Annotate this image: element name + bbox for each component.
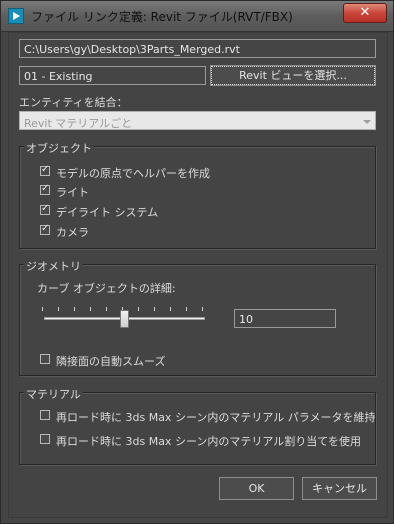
file-link-settings-dialog: ファイル リンク定義: Revit ファイル(RVT/FBX) ✕ C:\Use… [0, 0, 394, 524]
file-path-field[interactable]: C:\Users\gy\Desktop\3Parts_Merged.rvt [19, 39, 376, 58]
create-helper-checkbox[interactable] [40, 164, 50, 176]
curve-detail-label: カーブ オブジェクトの詳細: [37, 282, 176, 295]
curve-detail-slider-thumb[interactable] [120, 310, 129, 328]
combine-entities-dropdown[interactable]: Revit マテリアルごと [19, 111, 376, 130]
keep-material-parameters-label: 再ロード時に 3ds Max シーン内のマテリアル パラメータを維持 [56, 411, 376, 424]
objects-group: オブジェクト モデルの原点でヘルパーを作成 ライト デイライト システム カメラ [19, 140, 376, 249]
material-group: マテリアル 再ロード時に 3ds Max シーン内のマテリアル パラメータを維持… [19, 386, 376, 465]
daylight-system-checkbox[interactable] [40, 203, 50, 215]
window-title: ファイル リンク定義: Revit ファイル(RVT/FBX) [31, 10, 293, 24]
geometry-group-title: ジオメトリ [24, 258, 83, 274]
auto-smooth-label: 隣接面の自動スムーズ [56, 355, 166, 368]
auto-smooth-checkbox[interactable] [40, 354, 50, 364]
chevron-down-icon [363, 120, 371, 124]
combine-entities-label: エンティティを結合： [19, 96, 128, 109]
cameras-checkbox[interactable] [40, 223, 50, 235]
dialog-body: C:\Users\gy\Desktop\3Parts_Merged.rvt 01… [8, 32, 388, 518]
dropdown-selected-value: Revit マテリアルごと [24, 117, 133, 130]
view-name-field[interactable]: 01 - Existing [19, 66, 206, 85]
cameras-label: カメラ [56, 226, 89, 239]
geometry-group: ジオメトリ カーブ オブジェクトの詳細: 10 隣接面の自動スムーズ [19, 258, 376, 376]
lights-label: ライト [56, 186, 89, 199]
material-group-title: マテリアル [24, 386, 83, 402]
lights-checkbox[interactable] [40, 183, 50, 195]
ok-button[interactable]: OK [219, 477, 294, 500]
curve-detail-value-field[interactable]: 10 [234, 309, 336, 328]
cancel-button[interactable]: キャンセル [302, 477, 377, 500]
app-logo-icon [8, 8, 24, 24]
use-material-assignments-label: 再ロード時に 3ds Max シーン内のマテリアル割り当てを使用 [56, 435, 362, 448]
use-material-assignments-checkbox[interactable] [40, 434, 50, 444]
keep-material-parameters-checkbox[interactable] [40, 410, 50, 420]
title-bar[interactable]: ファイル リンク定義: Revit ファイル(RVT/FBX) ✕ [1, 1, 393, 32]
close-button[interactable]: ✕ [343, 3, 387, 23]
select-revit-view-button[interactable]: Revit ビューを選択... [210, 65, 376, 86]
objects-group-title: オブジェクト [24, 140, 94, 156]
daylight-system-label: デイライト システム [56, 206, 159, 219]
create-helper-label: モデルの原点でヘルパーを作成 [56, 167, 210, 180]
